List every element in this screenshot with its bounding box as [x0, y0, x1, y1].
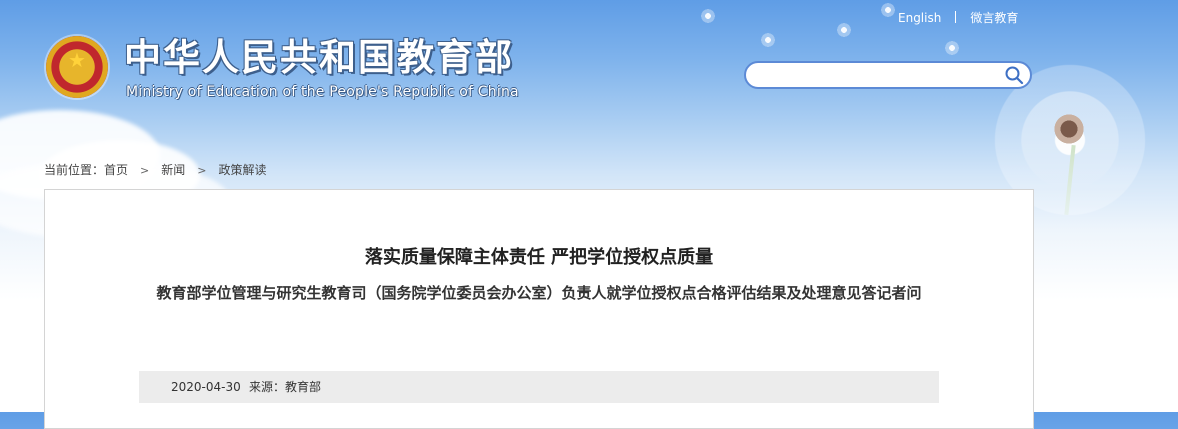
search-icon[interactable] — [1004, 65, 1024, 85]
article-source: 来源：教育部 — [249, 380, 322, 394]
search-input[interactable] — [758, 66, 1002, 86]
breadcrumb: 当前位置：首页 > 新闻 > 政策解读 — [44, 161, 267, 178]
article-subtitle: 教育部学位管理与研究生教育司（国务院学位委员会办公室）负责人就学位授权点合格评估… — [156, 284, 922, 302]
dandelion-seed-decoration — [760, 32, 776, 48]
top-link-divider — [955, 11, 957, 23]
dandelion-seed-decoration — [944, 40, 960, 56]
article-meta-bar: 2020-04-30 来源：教育部 — [139, 371, 939, 403]
dandelion-core-decoration — [1052, 112, 1086, 146]
site-title-english: Ministry of Education of the People's Re… — [126, 84, 519, 100]
breadcrumb-label: 当前位置： — [44, 163, 105, 177]
article-container: 落实质量保障主体责任 严把学位授权点质量 教育部学位管理与研究生教育司（国务院学… — [44, 189, 1034, 429]
top-links: English 微言教育 — [898, 9, 1018, 26]
article-title: 落实质量保障主体责任 严把学位授权点质量 — [364, 247, 714, 268]
article-date: 2020-04-30 — [171, 380, 241, 394]
emblem-star-icon: ★ — [68, 48, 86, 72]
national-emblem-icon[interactable]: ★ — [46, 36, 108, 98]
dandelion-seed-decoration — [700, 8, 716, 24]
site-title[interactable]: 中华人民共和国教育部 — [124, 36, 514, 80]
breadcrumb-item-home[interactable]: 首页 — [104, 163, 128, 177]
breadcrumb-item-news[interactable]: 新闻 — [161, 163, 185, 177]
chevron-right-icon: > — [197, 164, 207, 177]
weibo-link[interactable]: 微言教育 — [970, 11, 1018, 25]
english-link[interactable]: English — [898, 11, 941, 25]
search-box — [744, 61, 1032, 89]
chevron-right-icon: > — [140, 164, 150, 177]
breadcrumb-item-policy[interactable]: 政策解读 — [218, 163, 266, 177]
dandelion-seed-decoration — [880, 2, 896, 18]
dandelion-seed-decoration — [836, 22, 852, 38]
